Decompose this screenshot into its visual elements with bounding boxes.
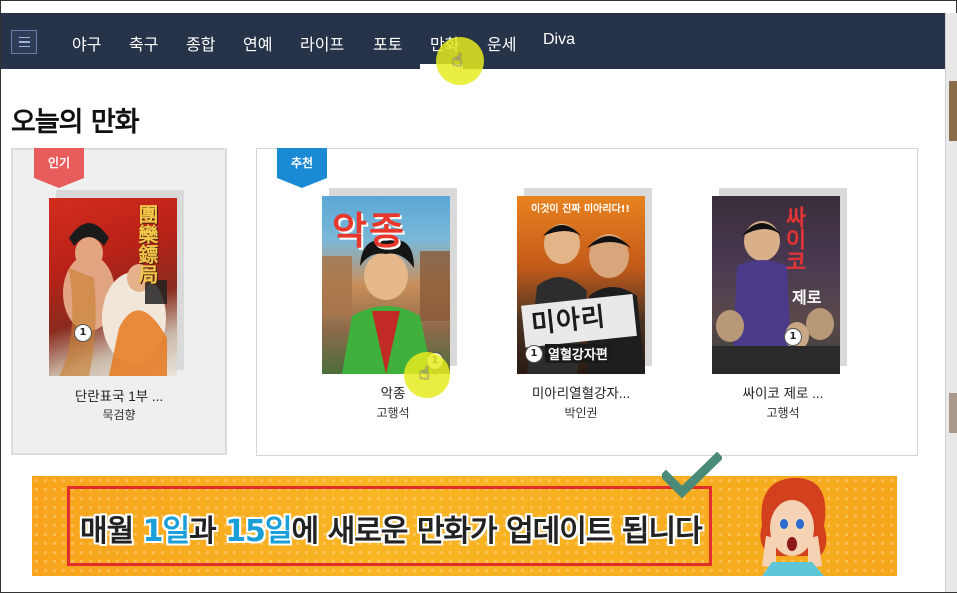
cover-recommended-1[interactable]: 악종 1: [322, 196, 450, 374]
cover-subtitle: 제로: [792, 288, 822, 307]
book-title[interactable]: 단란표국 1부 ...: [11, 385, 227, 405]
volume-badge: 1: [74, 324, 92, 342]
banner-text: 매월 1일과 15일에 새로운 만화가 업데이트 됩니다: [80, 514, 703, 549]
nav-item-diva[interactable]: Diva: [543, 31, 575, 49]
hand-pointer-icon: ☝: [452, 50, 463, 71]
cover-tagline: 이것이 진짜 미아리다!!: [531, 204, 630, 215]
update-banner[interactable]: 매월 1일과 15일에 새로운 만화가 업데이트 됩니다: [32, 476, 897, 576]
cover-recommended-2[interactable]: 이것이 진짜 미아리다!! 미아리 1 열혈강자편: [517, 196, 645, 374]
volume-badge: 1: [525, 345, 543, 363]
hand-pointer-icon: ☝: [419, 363, 430, 384]
book-author: 고행석: [376, 406, 410, 420]
edge-image-fragment: [949, 393, 957, 433]
cover-title-art: 싸이코: [781, 206, 806, 272]
book-title[interactable]: 미아리열혈강자...: [510, 382, 652, 402]
checkmark-icon: [662, 452, 722, 499]
hamburger-menu-icon[interactable]: [11, 30, 37, 54]
page-edge-strip: [945, 13, 957, 592]
banner-character-illustration: [760, 477, 827, 576]
cover-title-art: 악종: [332, 209, 406, 253]
volume-badge: 1: [784, 328, 802, 346]
nav-item-soccer[interactable]: 축구: [129, 31, 158, 55]
cover-popular[interactable]: 團欒鏢局 1: [49, 198, 177, 376]
cover-subtitle: 열혈강자편: [545, 344, 611, 363]
edge-image-fragment: [949, 81, 957, 141]
book-author: 묵검향: [102, 408, 136, 422]
nav-item-baseball[interactable]: 야구: [72, 31, 101, 55]
book-author: 박인권: [564, 406, 598, 420]
nav-item-photo[interactable]: 포토: [373, 31, 402, 55]
nav-item-entertainment[interactable]: 연예: [243, 31, 272, 55]
page-title: 오늘의 만화: [11, 107, 140, 138]
cover-recommended-3[interactable]: 싸이코 제로 1: [712, 196, 840, 374]
nav-item-general[interactable]: 종합: [186, 31, 215, 55]
cover-title-art: 미아리: [529, 302, 608, 340]
cover-title-art: 團欒鏢局: [135, 204, 159, 284]
book-author: 고행석: [766, 406, 800, 420]
nav-item-life[interactable]: 라이프: [300, 31, 344, 55]
book-title[interactable]: 싸이코 제로 ...: [712, 382, 854, 402]
nav-item-fortune[interactable]: 운세: [487, 31, 516, 55]
top-strip: [1, 1, 955, 13]
